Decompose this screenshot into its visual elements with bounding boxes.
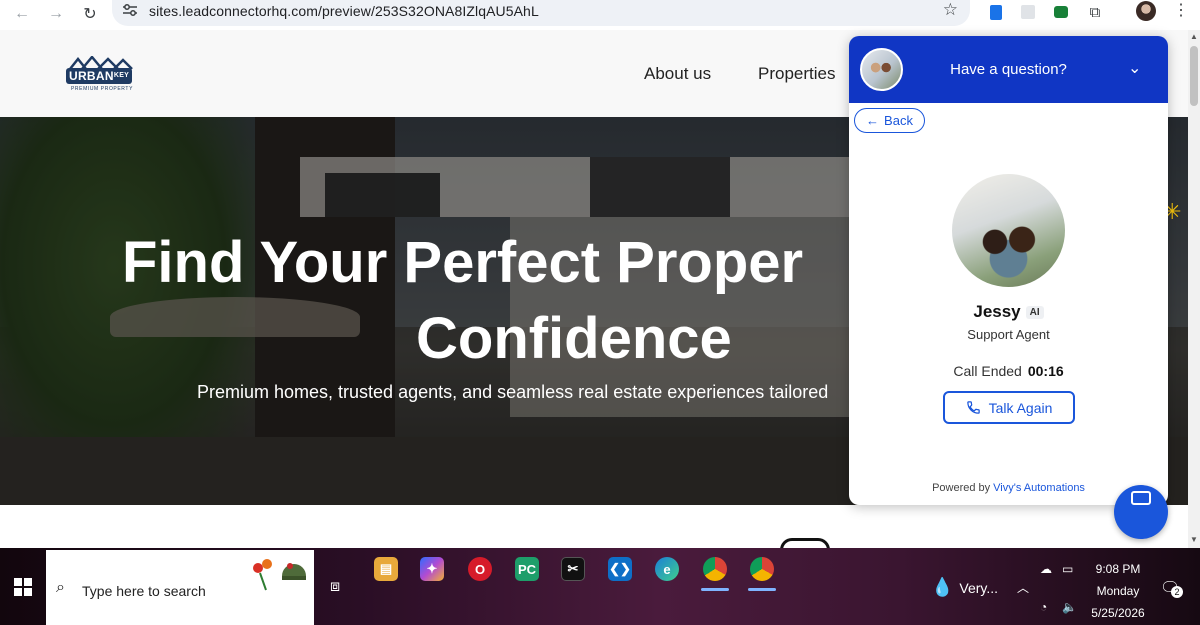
chevron-up-icon[interactable]: ︿ xyxy=(1017,579,1029,596)
chrome-icon[interactable] xyxy=(701,557,729,591)
nav-properties[interactable]: Properties xyxy=(758,64,835,84)
speaker-icon[interactable]: 🔈 xyxy=(1062,600,1077,614)
edge-icon[interactable]: e xyxy=(655,557,679,581)
weather-text: Very... xyxy=(959,580,999,596)
chat-launcher-button[interactable] xyxy=(1114,485,1168,539)
profile-avatar[interactable] xyxy=(1136,1,1156,21)
agent-name: Jessy xyxy=(973,302,1021,321)
back-arrow-icon[interactable]: ← xyxy=(10,2,34,26)
nav-about-us[interactable]: About us xyxy=(644,64,711,84)
phone-icon xyxy=(966,401,980,414)
agent-role: Support Agent xyxy=(967,327,1050,342)
forward-arrow-icon[interactable]: → xyxy=(44,2,68,26)
chevron-down-icon[interactable]: ⌄ xyxy=(1128,58,1141,78)
reload-icon[interactable]: ↻ xyxy=(78,2,102,26)
browser-toolbar: ← → ↻ sites.leadconnectorhq.com/preview/… xyxy=(0,0,1200,30)
widget-header[interactable]: Have a question? ⌄ xyxy=(849,36,1168,103)
powered-by-brand[interactable]: Vivy's Automations xyxy=(993,482,1085,494)
taskbar-clock[interactable]: 9:08 PM Monday 5/25/2026 xyxy=(1088,558,1148,624)
ai-badge: AI xyxy=(1025,305,1044,319)
notification-count: 2 xyxy=(1171,586,1183,598)
windows-taskbar: ⌕ Type here to search ⧈ ▤ ✦ O PC ✂ ❮❯ e … xyxy=(0,548,1200,625)
logo-word-suffix: KEY xyxy=(113,72,130,79)
chat-bubble-icon xyxy=(1131,491,1151,505)
agent-photo xyxy=(952,174,1065,287)
agent-name-row: Jessy AI xyxy=(849,302,1168,322)
extension-icon[interactable] xyxy=(1017,1,1039,23)
back-label: Back xyxy=(884,113,913,128)
extension-icon[interactable] xyxy=(985,1,1007,23)
copilot-icon[interactable]: ✦ xyxy=(420,557,444,581)
clock-date: 5/25/2026 xyxy=(1091,606,1145,620)
capcut-icon[interactable]: ✂ xyxy=(561,557,585,581)
bookmark-star-icon[interactable]: ☆ xyxy=(943,0,958,20)
chat-widget: Have a question? ⌄ ← Back Jessy AI Suppor… xyxy=(849,36,1168,505)
scroll-down-icon[interactable]: ▼ xyxy=(1190,535,1198,544)
url-text[interactable]: sites.leadconnectorhq.com/preview/253S32… xyxy=(149,3,539,19)
search-icon: ⌕ xyxy=(56,579,65,596)
urban-key-logo[interactable]: URBANKEY PREMIUM PROPERTY xyxy=(66,56,138,96)
windows-start-icon[interactable] xyxy=(14,578,32,596)
search-placeholder: Type here to search xyxy=(82,583,206,599)
page-scrollbar[interactable]: ▲ ▼ xyxy=(1188,30,1200,548)
powered-by: Powered by Vivy's Automations xyxy=(849,482,1168,494)
battery-icon[interactable]: ▭ xyxy=(1062,562,1073,576)
taskbar-search[interactable]: ⌕ Type here to search xyxy=(46,550,314,625)
back-button[interactable]: ← Back xyxy=(854,108,925,133)
arrow-left-icon: ← xyxy=(866,113,880,128)
address-bar[interactable]: sites.leadconnectorhq.com/preview/253S32… xyxy=(112,0,970,26)
call-status-text: Call Ended xyxy=(953,363,1022,379)
extension-icon[interactable] xyxy=(1050,1,1072,23)
vscode-icon[interactable]: ❮❯ xyxy=(608,557,632,581)
scrollbar-thumb[interactable] xyxy=(1190,46,1198,106)
extensions-puzzle-icon[interactable]: ⧉ xyxy=(1084,1,1106,23)
site-info-icon[interactable] xyxy=(122,3,138,17)
weather-widget[interactable]: 💧 Very... xyxy=(931,577,998,598)
opera-icon[interactable]: O xyxy=(468,557,492,581)
flowers-helmet-icon xyxy=(253,559,306,591)
widget-title: Have a question? xyxy=(950,61,1067,78)
task-view-icon[interactable]: ⧈ xyxy=(330,578,340,596)
wifi-icon[interactable]: ◔ xyxy=(1040,600,1047,614)
talk-again-button[interactable]: Talk Again xyxy=(943,391,1075,424)
call-duration: 00:16 xyxy=(1027,363,1064,379)
chrome-icon[interactable] xyxy=(748,557,776,591)
raindrop-icon: 💧 xyxy=(931,577,954,597)
logo-tagline: PREMIUM PROPERTY xyxy=(71,86,134,92)
notification-icon[interactable]: 🗨 2 xyxy=(1160,578,1183,598)
hero-subtitle: Premium homes, trusted agents, and seaml… xyxy=(197,382,829,402)
logo-word: URBAN xyxy=(69,69,114,83)
hero-title-line1: Find Your Perfect Proper xyxy=(122,230,804,295)
logo-wordmark: URBANKEY xyxy=(66,68,133,84)
powered-by-text: Powered by xyxy=(932,482,991,494)
scroll-up-icon[interactable]: ▲ xyxy=(1190,32,1198,41)
talk-again-label: Talk Again xyxy=(988,399,1053,416)
kebab-menu-icon[interactable]: ⋮ xyxy=(1173,0,1189,20)
call-status: Call Ended 00:16 xyxy=(849,363,1168,379)
cloud-icon[interactable]: ☁ xyxy=(1040,562,1052,576)
hero-title-line2: Confidence xyxy=(416,306,732,371)
file-explorer-icon[interactable]: ▤ xyxy=(374,557,398,581)
clock-time: 9:08 PM xyxy=(1095,562,1141,576)
pycharm-icon[interactable]: PC xyxy=(515,557,539,581)
clock-day: Monday xyxy=(1096,584,1140,598)
